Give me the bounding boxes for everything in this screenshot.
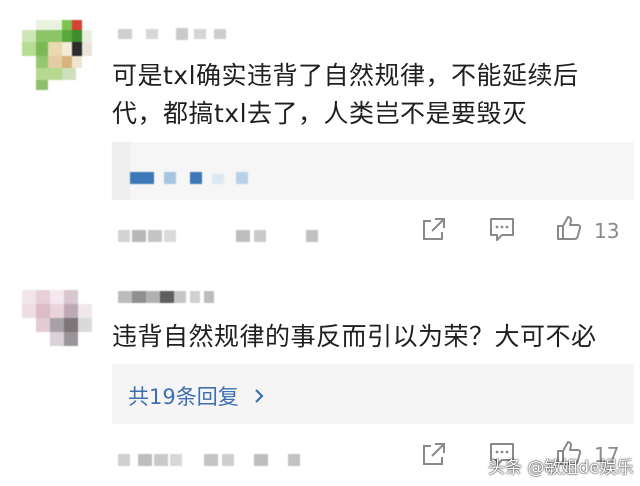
username-blurred[interactable] [118, 26, 238, 40]
view-replies-link[interactable]: 共19条回复 [128, 381, 265, 411]
comment-text: 可是txl确实违背了自然规律，不能延续后 代，都搞txl去了，人类岂不是要毁灭 [112, 57, 637, 133]
comment-text-line: 代，都搞txl去了，人类岂不是要毁灭 [112, 99, 528, 128]
share-button[interactable] [421, 216, 447, 242]
like-count: 13 [594, 219, 620, 243]
comment-icon [488, 216, 516, 242]
comment-button[interactable] [488, 216, 516, 242]
avatar[interactable] [22, 20, 94, 92]
avatar[interactable] [22, 290, 92, 350]
like-button[interactable] [555, 214, 583, 242]
share-icon [421, 216, 447, 242]
comment-text: 违背自然规律的事反而引以为荣？大可不必 [112, 322, 597, 351]
meta-row-blurred [118, 228, 318, 244]
thumbs-up-icon [555, 214, 583, 242]
comment-text-line: 可是txl确实违背了自然规律，不能延续后 [112, 61, 579, 90]
view-replies-label: 共19条回复 [128, 385, 239, 409]
username-blurred[interactable] [118, 290, 218, 304]
watermark: 头条 @敏姐de娱乐 [488, 458, 634, 478]
quoted-content-panel[interactable] [112, 142, 634, 200]
share-icon [421, 441, 447, 467]
meta-row-blurred [118, 452, 318, 468]
share-button[interactable] [421, 441, 447, 467]
chevron-right-icon [253, 386, 265, 410]
